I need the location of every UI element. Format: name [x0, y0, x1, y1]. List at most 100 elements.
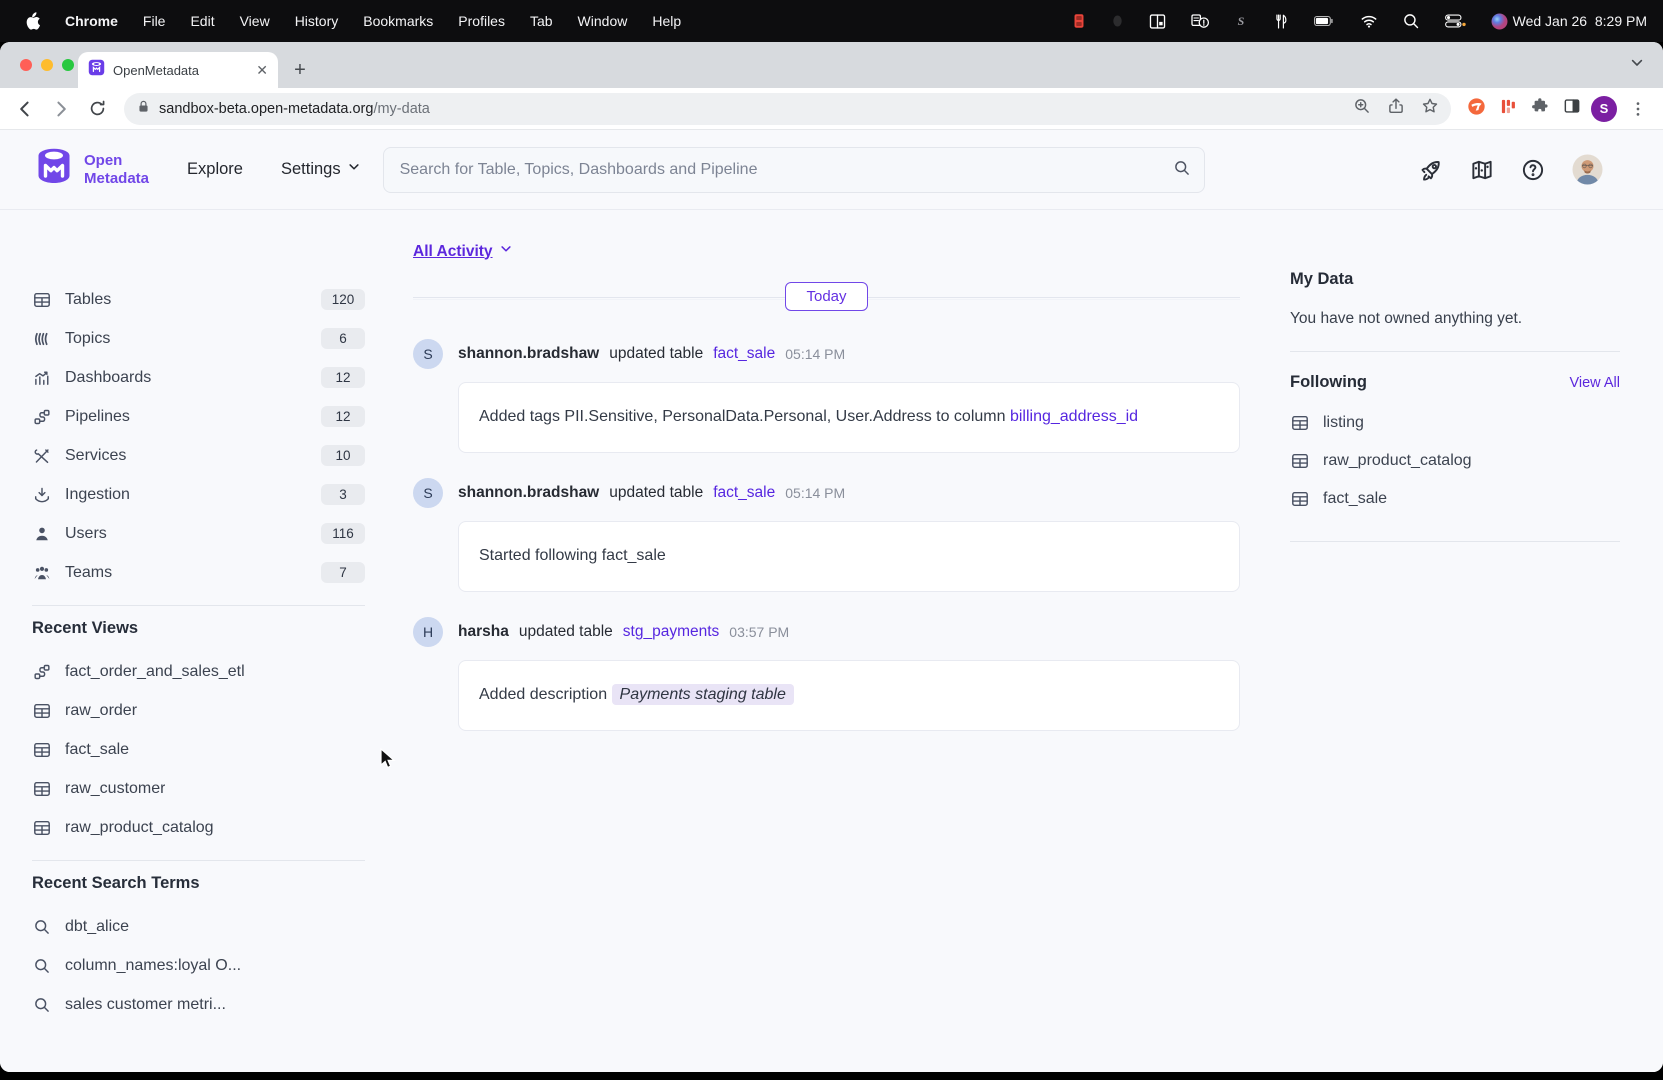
- menu-window[interactable]: Window: [578, 13, 628, 29]
- back-icon[interactable]: [10, 94, 40, 124]
- activity-card[interactable]: Added tags PII.Sensitive, PersonalData.P…: [458, 382, 1240, 453]
- user-avatar[interactable]: [1572, 154, 1603, 185]
- sidebar-item-pipelines[interactable]: Pipelines 12: [32, 397, 365, 436]
- mic-blob-icon[interactable]: [1110, 11, 1125, 31]
- wifi-icon[interactable]: [1359, 12, 1379, 30]
- search-icon: [32, 957, 52, 975]
- sidebar-item-users[interactable]: Users 116: [32, 514, 365, 553]
- openmetadata-logo[interactable]: OpenMetadata: [32, 145, 149, 194]
- siri-icon[interactable]: [1490, 12, 1509, 31]
- url-text[interactable]: sandbox-beta.open-metadata.org/my-data: [159, 101, 1345, 117]
- minimize-window-button[interactable]: [41, 59, 53, 71]
- sidebar-item-teams[interactable]: Teams 7: [32, 553, 365, 592]
- list-item-label: fact_sale: [65, 741, 129, 759]
- activity-time: 05:14 PM: [785, 485, 845, 501]
- s-logo-icon[interactable]: S: [1233, 12, 1249, 30]
- activity-user[interactable]: harsha: [458, 623, 509, 641]
- spotlight-icon[interactable]: [1402, 12, 1420, 30]
- apple-icon[interactable]: [24, 11, 41, 31]
- tab-search-chevron-icon[interactable]: [1629, 55, 1645, 76]
- list-item[interactable]: raw_product_catalog: [1290, 442, 1620, 480]
- lock-icon[interactable]: [136, 99, 151, 119]
- battery-icon[interactable]: [1312, 12, 1336, 30]
- window-layout-icon[interactable]: [1148, 12, 1167, 31]
- list-item[interactable]: dbt_alice: [32, 907, 365, 946]
- nav-explore[interactable]: Explore: [187, 160, 243, 179]
- chevron-down-icon: [347, 160, 361, 179]
- control-center-icon[interactable]: [1443, 12, 1467, 30]
- divider: [1290, 541, 1620, 542]
- extension-t-icon[interactable]: [1467, 97, 1486, 121]
- sidebar-item-services[interactable]: Services 10: [32, 436, 365, 475]
- menu-chrome[interactable]: Chrome: [65, 13, 118, 29]
- activity-card[interactable]: Added description Payments staging table: [458, 660, 1240, 731]
- entity-link[interactable]: stg_payments: [623, 623, 720, 641]
- list-item[interactable]: fact_sale: [1290, 480, 1620, 518]
- entity-link[interactable]: fact_sale: [713, 345, 775, 363]
- zoom-window-button[interactable]: [62, 59, 74, 71]
- menu-edit[interactable]: Edit: [190, 13, 214, 29]
- activity-body: Added tags PII.Sensitive, PersonalData.P…: [479, 404, 1219, 431]
- list-item[interactable]: fact_sale: [32, 730, 365, 769]
- browser-menu-kebab-icon[interactable]: [1623, 94, 1653, 124]
- sidebar-item-label: Pipelines: [65, 408, 130, 426]
- sidebar-item-tables[interactable]: Tables 120: [32, 280, 365, 319]
- activity-user[interactable]: shannon.bradshaw: [458, 484, 599, 502]
- nav-settings[interactable]: Settings: [281, 160, 361, 179]
- screen-record-icon[interactable]: [1071, 11, 1087, 31]
- menu-tab[interactable]: Tab: [530, 13, 553, 29]
- sidebar-item-ingestion[interactable]: Ingestion 3: [32, 475, 365, 514]
- list-item[interactable]: column_names:loyal O...: [32, 946, 365, 985]
- list-item[interactable]: sales customer metri...: [32, 985, 365, 1024]
- menu-profiles[interactable]: Profiles: [458, 13, 505, 29]
- menu-history[interactable]: History: [295, 13, 339, 29]
- list-item-label: dbt_alice: [65, 918, 129, 936]
- entity-link[interactable]: fact_sale: [713, 484, 775, 502]
- list-item[interactable]: fact_order_and_sales_etl: [32, 652, 365, 691]
- list-item[interactable]: listing: [1290, 404, 1620, 442]
- tab-close-icon[interactable]: ✕: [256, 62, 268, 79]
- column-link[interactable]: billing_address_id: [1010, 408, 1138, 425]
- search-icon[interactable]: [1173, 159, 1191, 182]
- help-icon[interactable]: [1521, 158, 1545, 182]
- app-header: OpenMetadata Explore Settings: [0, 130, 1663, 210]
- fork-knife-icon[interactable]: [1272, 12, 1289, 31]
- sidebar-item-label: Services: [65, 447, 126, 465]
- menu-file[interactable]: File: [143, 13, 166, 29]
- reload-icon[interactable]: [82, 94, 112, 124]
- new-tab-button[interactable]: +: [286, 56, 314, 84]
- forward-icon[interactable]: [46, 94, 76, 124]
- activity-user[interactable]: shannon.bradshaw: [458, 345, 599, 363]
- list-item[interactable]: raw_customer: [32, 769, 365, 808]
- extensions-puzzle-icon[interactable]: [1531, 97, 1549, 120]
- count-badge: 6: [321, 328, 365, 349]
- list-item-label: raw_product_catalog: [1323, 452, 1472, 470]
- share-icon[interactable]: [1387, 97, 1405, 120]
- table-icon: [32, 291, 52, 309]
- avatar: S: [413, 339, 443, 369]
- table-icon: [1290, 452, 1310, 470]
- sidebar-item-dashboards[interactable]: Dashboards 12: [32, 358, 365, 397]
- view-all-link[interactable]: View All: [1569, 375, 1620, 391]
- table-icon: [32, 741, 52, 759]
- bookmark-star-icon[interactable]: [1421, 97, 1439, 120]
- menu-bookmarks[interactable]: Bookmarks: [363, 13, 433, 29]
- list-item[interactable]: raw_product_catalog: [32, 808, 365, 847]
- extension-bars-icon[interactable]: [1500, 97, 1517, 121]
- menu-help[interactable]: Help: [652, 13, 681, 29]
- side-panel-icon[interactable]: [1563, 97, 1581, 120]
- zoom-page-icon[interactable]: [1353, 97, 1371, 120]
- address-bar[interactable]: sandbox-beta.open-metadata.org/my-data: [124, 93, 1451, 125]
- whats-new-rocket-icon[interactable]: [1419, 158, 1443, 182]
- close-window-button[interactable]: [20, 59, 32, 71]
- menu-view[interactable]: View: [240, 13, 270, 29]
- feed-filter-dropdown[interactable]: All Activity: [413, 242, 1240, 261]
- browser-profile-avatar[interactable]: S: [1591, 96, 1617, 122]
- browser-tab[interactable]: OpenMetadata ✕: [78, 52, 278, 88]
- app-alert-icon[interactable]: [1190, 11, 1210, 31]
- tour-map-icon[interactable]: [1470, 158, 1494, 182]
- search-input[interactable]: [383, 147, 1205, 193]
- activity-card[interactable]: Started following fact_sale: [458, 521, 1240, 592]
- sidebar-item-topics[interactable]: Topics 6: [32, 319, 365, 358]
- list-item[interactable]: raw_order: [32, 691, 365, 730]
